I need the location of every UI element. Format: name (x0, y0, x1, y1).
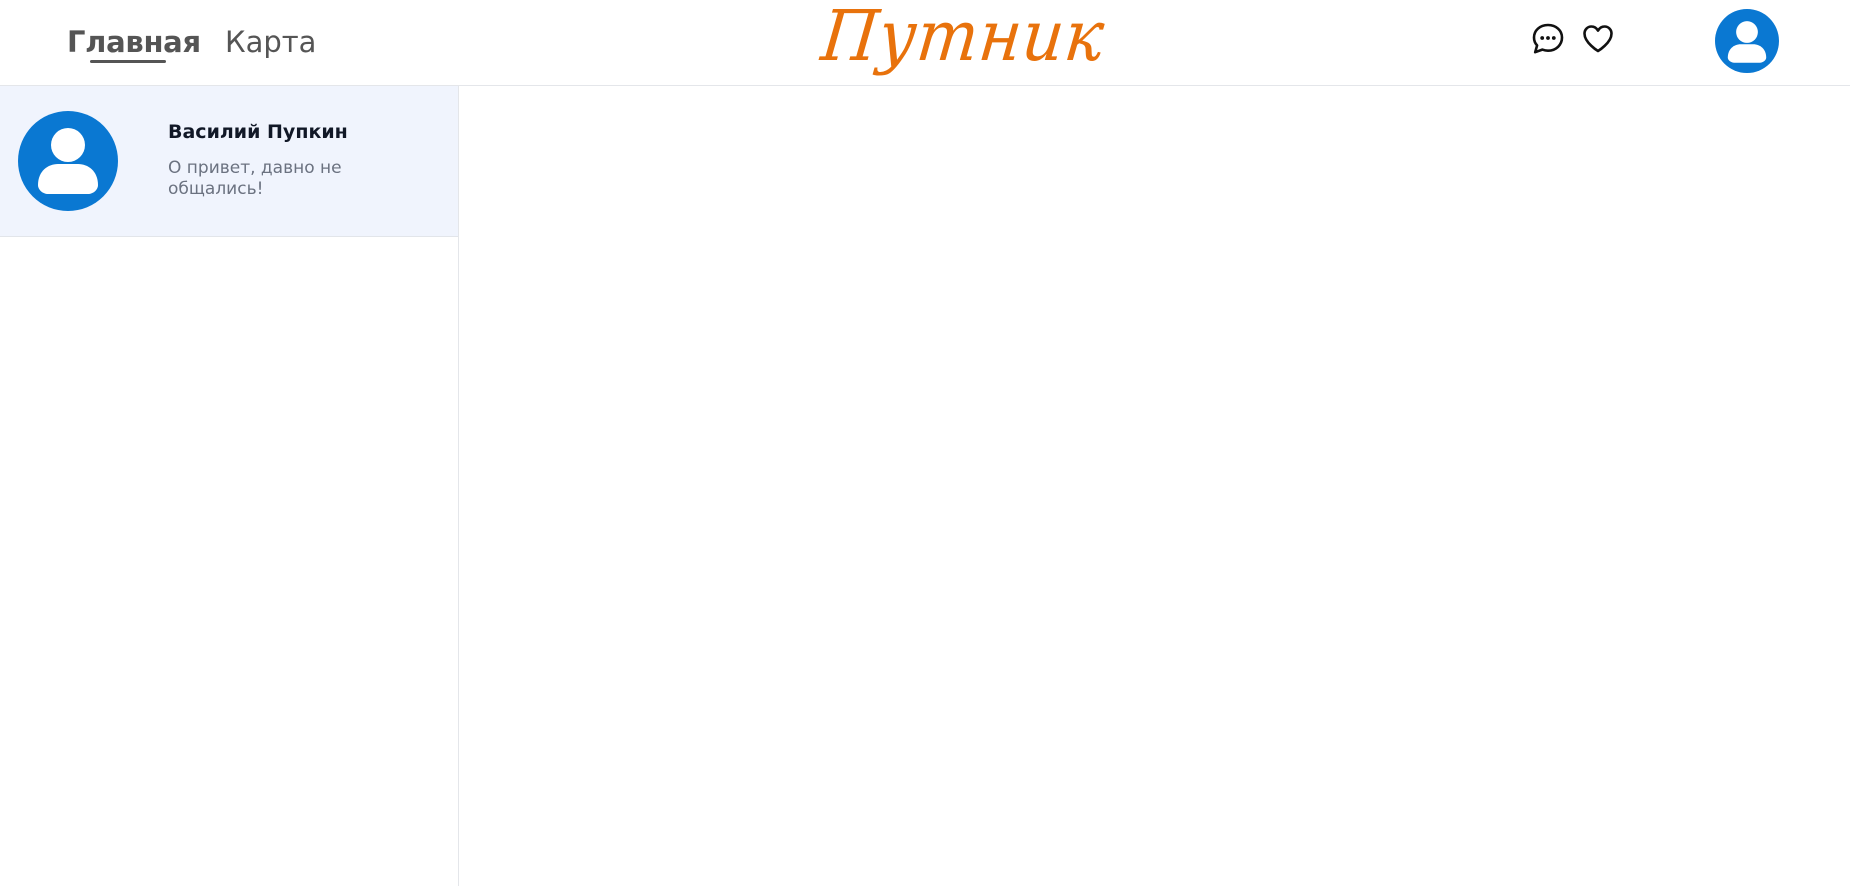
chat-panel (459, 86, 1850, 886)
profile-avatar-icon[interactable] (1715, 9, 1779, 73)
heart-icon[interactable] (1580, 21, 1616, 57)
nav-home-link[interactable]: Главная (67, 24, 201, 60)
chat-bubble-icon[interactable] (1530, 21, 1566, 57)
conversation-item[interactable]: Василий Пупкин О привет, давно не общали… (0, 86, 458, 237)
brand-logo[interactable]: Путник (818, 0, 1109, 78)
nav-active-underline (90, 60, 166, 63)
conversation-last-message: О привет, давно не общались! (168, 158, 342, 199)
top-header: Главная Карта Путник (0, 0, 1850, 86)
conversation-contact-name: Василий Пупкин (168, 121, 348, 143)
nav-map-link[interactable]: Карта (225, 24, 316, 60)
user-avatar-icon (18, 111, 118, 211)
conversation-list: Василий Пупкин О привет, давно не общали… (0, 86, 459, 886)
